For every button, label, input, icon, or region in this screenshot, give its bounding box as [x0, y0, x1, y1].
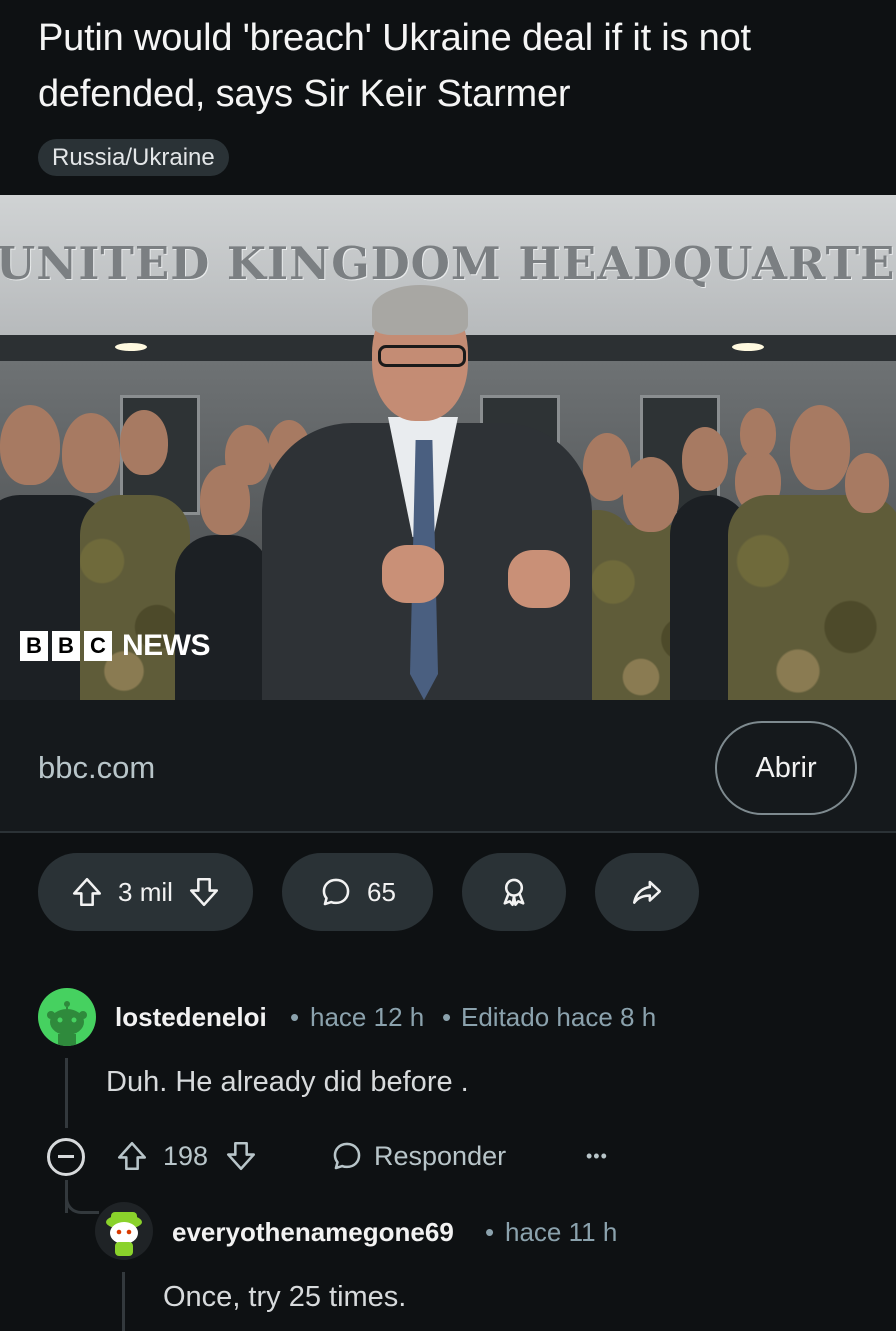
award-icon — [503, 878, 525, 907]
snoo-avatar-icon — [106, 1212, 142, 1256]
crowd-person — [225, 425, 270, 485]
speaker-hand — [382, 545, 444, 603]
comments-button[interactable]: 65 — [282, 853, 433, 931]
reply-label: Responder — [374, 1140, 507, 1171]
thread-line[interactable] — [122, 1272, 125, 1331]
meta-separator: • — [485, 1217, 495, 1247]
vote-count: 3 mil — [118, 876, 173, 907]
bbc-logo-block: B — [52, 631, 80, 661]
ceiling-light — [115, 343, 147, 351]
reply-button[interactable]: Responder — [330, 1132, 506, 1180]
post-action-row: 3 mil 65 — [0, 853, 896, 933]
award-button[interactable] — [462, 853, 566, 931]
link-preview-image[interactable]: UNITED KINGDOM HEADQUARTERS B B C NEWS — [0, 195, 896, 700]
crowd-person — [175, 535, 270, 700]
speaker-hair — [372, 285, 468, 335]
comment-vote-count: 198 — [163, 1140, 209, 1171]
post-header: Putin would 'breach' Ukraine deal if it … — [0, 0, 896, 195]
bbc-logo-block: B — [20, 631, 48, 661]
crowd-person — [623, 457, 679, 532]
speaker-hand — [508, 550, 570, 608]
crowd-person — [845, 453, 889, 513]
thread-line[interactable] — [65, 1058, 68, 1128]
comment-author[interactable]: lostedeneloi — [115, 1002, 267, 1033]
upvote-icon[interactable] — [115, 1139, 149, 1173]
crowd-person — [790, 405, 850, 490]
share-icon — [632, 880, 662, 904]
thread-connector — [65, 1190, 99, 1214]
comment-time: hace 11 h — [505, 1217, 618, 1247]
link-domain[interactable]: bbc.com — [38, 748, 155, 788]
upvote-icon[interactable] — [70, 875, 104, 909]
meta-separator: • — [442, 1002, 452, 1032]
crowd-person — [728, 495, 896, 700]
downvote-icon[interactable] — [224, 1139, 258, 1173]
speaker-glasses — [378, 345, 466, 367]
more-options-button[interactable]: ••• — [586, 1132, 608, 1180]
bbc-logo-news: NEWS — [122, 629, 211, 662]
comment-author[interactable]: everyothenamegone69 — [172, 1217, 454, 1248]
comment-bubble-icon — [322, 878, 350, 906]
crowd-person — [682, 427, 728, 491]
ceiling-light — [732, 343, 764, 351]
comment-edited: Editado hace 8 h — [461, 1002, 657, 1032]
crowd-person — [120, 410, 168, 475]
meta-separator: • — [290, 1002, 300, 1032]
vote-pill: 3 mil — [38, 853, 253, 931]
avatar[interactable] — [38, 988, 96, 1046]
crowd-person — [0, 405, 60, 485]
bbc-logo-block: C — [84, 631, 112, 661]
post-flair[interactable]: Russia/Ukraine — [38, 139, 229, 176]
comment-action-row: 198 Responder ••• — [0, 1132, 896, 1180]
avatar[interactable] — [95, 1202, 153, 1260]
share-button[interactable] — [595, 853, 699, 931]
comment-vote-group: 198 — [115, 1132, 258, 1180]
post-title[interactable]: Putin would 'breach' Ukraine deal if it … — [38, 10, 868, 122]
crowd-person — [740, 408, 776, 458]
headquarters-sign: UNITED KINGDOM HEADQUARTERS — [0, 237, 896, 290]
crowd-person — [62, 413, 120, 493]
comment-body: Duh. He already did before . — [106, 1066, 469, 1098]
bbc-news-logo: B B C NEWS — [20, 629, 211, 662]
comment-time: hace 12 h — [310, 1002, 425, 1032]
comment-count: 65 — [367, 876, 396, 907]
comment-body: Once, try 25 times. — [163, 1281, 407, 1313]
crowd-person — [80, 495, 190, 700]
downvote-icon[interactable] — [187, 875, 221, 909]
open-link-button[interactable]: Abrir — [715, 721, 857, 815]
reply-bubble-icon — [333, 1142, 361, 1170]
snoo-avatar-icon — [47, 1001, 87, 1046]
